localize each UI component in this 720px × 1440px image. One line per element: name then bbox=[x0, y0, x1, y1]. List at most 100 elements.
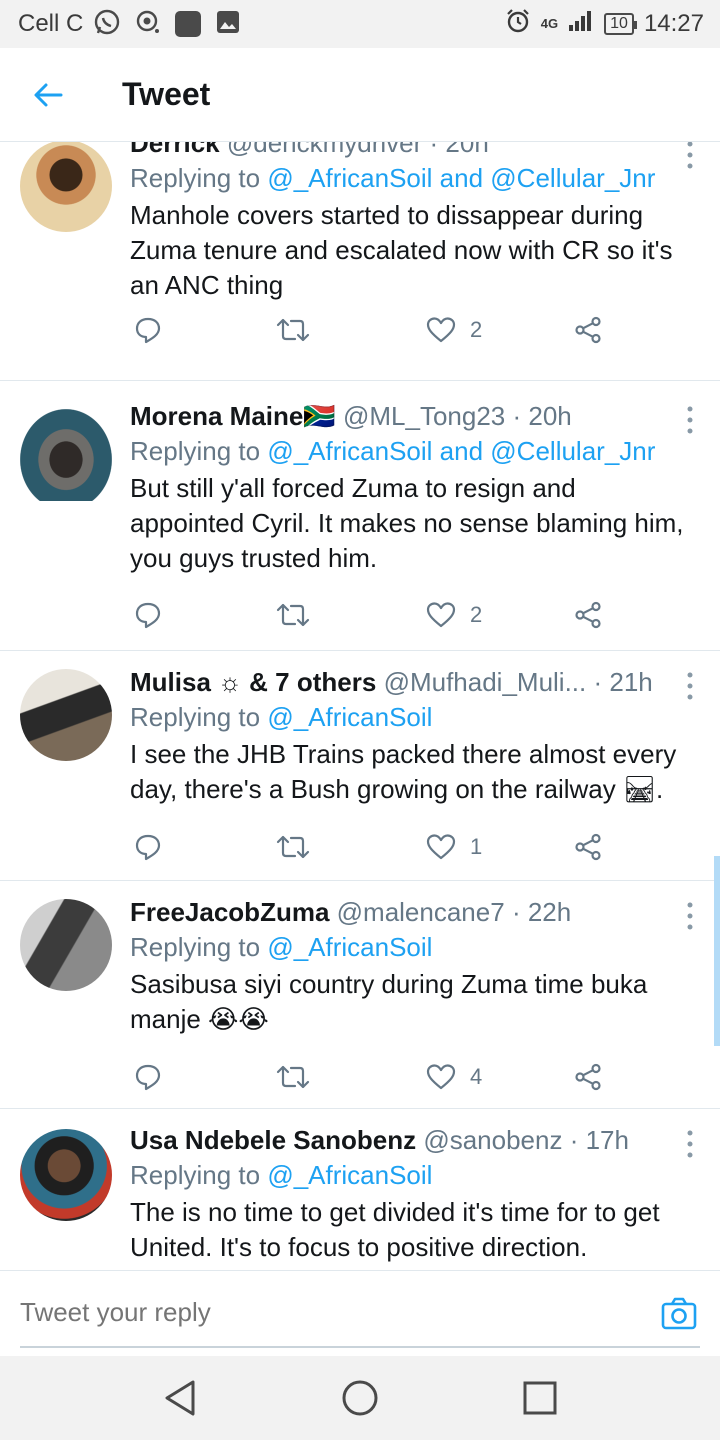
user-name[interactable]: Derrick bbox=[130, 142, 220, 158]
tweet-item[interactable]: Derrick @derickmydriver · 20h Replying t… bbox=[0, 142, 720, 381]
status-bar: Cell C 4G 10 14:27 bbox=[0, 0, 720, 48]
scroll-indicator[interactable] bbox=[714, 856, 720, 1046]
tweet-text: I see the JHB Trains packed there almost… bbox=[130, 739, 677, 804]
mention-link[interactable]: @Cellular_Jnr bbox=[490, 163, 655, 193]
more-options-icon[interactable] bbox=[686, 405, 694, 435]
square-recents-icon bbox=[523, 1381, 557, 1415]
share-button[interactable] bbox=[574, 595, 602, 635]
carrier-label: Cell C bbox=[18, 10, 84, 37]
heart-icon bbox=[426, 834, 456, 860]
tweet-time: · 21h bbox=[593, 667, 653, 697]
gallery-icon bbox=[215, 9, 241, 40]
mention-link[interactable]: @_AfricanSoil bbox=[267, 702, 432, 732]
share-icon bbox=[575, 1063, 601, 1091]
like-button[interactable]: 2 bbox=[426, 595, 482, 635]
share-button[interactable] bbox=[574, 827, 602, 867]
replying-to: Replying to @_AfricanSoil bbox=[130, 702, 433, 732]
tweet-text: Sasibusa siyi country during Zuma time b… bbox=[130, 969, 648, 1034]
reply-input[interactable] bbox=[20, 1297, 620, 1328]
user-name[interactable]: Mulisa ☼ & 7 others bbox=[130, 667, 376, 697]
tweet-item[interactable]: FreeJacobZuma @malencane7 · 22h Replying… bbox=[0, 881, 720, 1109]
share-button[interactable] bbox=[574, 310, 602, 350]
nav-back-button[interactable] bbox=[158, 1376, 202, 1420]
user-name[interactable]: Usa Ndebele Sanobenz bbox=[130, 1125, 416, 1155]
user-name[interactable]: Morena Maine🇿🇦 bbox=[130, 401, 336, 431]
circle-home-icon bbox=[342, 1380, 378, 1416]
tweet-time: · 17h bbox=[569, 1125, 629, 1155]
heart-icon bbox=[426, 317, 456, 343]
input-underline bbox=[20, 1346, 700, 1348]
retweet-button[interactable] bbox=[276, 827, 310, 867]
camera-icon[interactable] bbox=[660, 1295, 698, 1333]
reply-icon bbox=[135, 1064, 161, 1091]
retweet-button[interactable] bbox=[276, 1057, 310, 1097]
mention-link[interactable]: @_AfricanSoil bbox=[267, 932, 432, 962]
tweet-actions: 1 bbox=[130, 827, 610, 867]
like-count: 2 bbox=[470, 317, 483, 342]
heart-icon bbox=[426, 1064, 456, 1090]
mention-link[interactable]: @_AfricanSoil bbox=[267, 436, 432, 466]
tweet-item[interactable]: Usa Ndebele Sanobenz @sanobenz · 17h Rep… bbox=[0, 1109, 720, 1270]
nav-home-button[interactable] bbox=[338, 1376, 382, 1420]
more-options-icon[interactable] bbox=[686, 1129, 694, 1159]
app-header: Tweet bbox=[0, 48, 720, 142]
app-notification-icon bbox=[175, 11, 202, 37]
heart-icon bbox=[426, 602, 456, 628]
more-options-icon[interactable] bbox=[686, 671, 694, 701]
user-handle: @Mufhadi_Muli... bbox=[383, 667, 587, 697]
avatar[interactable] bbox=[20, 1129, 112, 1221]
reply-button[interactable] bbox=[134, 827, 162, 867]
tweet-time: · 20h bbox=[512, 401, 572, 431]
tweet-actions: 2 bbox=[130, 595, 610, 635]
like-button[interactable]: 2 bbox=[426, 310, 482, 350]
reply-composer bbox=[0, 1270, 720, 1356]
avatar[interactable] bbox=[20, 669, 112, 761]
tweet-item[interactable]: Mulisa ☼ & 7 others @Mufhadi_Muli... · 2… bbox=[0, 651, 720, 881]
user-handle: @sanobenz bbox=[423, 1125, 563, 1155]
user-handle: @malencane7 bbox=[336, 897, 505, 927]
battery-level: 10 bbox=[610, 15, 628, 32]
retweet-icon bbox=[276, 603, 310, 627]
reply-button[interactable] bbox=[134, 595, 162, 635]
reply-button[interactable] bbox=[134, 1057, 162, 1097]
share-icon bbox=[575, 316, 601, 344]
retweet-icon bbox=[276, 835, 310, 859]
system-nav-bar bbox=[0, 1356, 720, 1440]
share-icon bbox=[575, 833, 601, 861]
cast-icon bbox=[135, 9, 161, 40]
like-button[interactable]: 1 bbox=[426, 827, 482, 867]
mention-link[interactable]: @_AfricanSoil bbox=[267, 1160, 432, 1190]
retweet-button[interactable] bbox=[276, 595, 310, 635]
mention-link[interactable]: @Cellular_Jnr bbox=[490, 436, 655, 466]
signal-icon bbox=[568, 10, 594, 39]
tweet-text: The is no time to get divided it's time … bbox=[130, 1197, 660, 1262]
like-count: 1 bbox=[470, 834, 483, 859]
more-options-icon[interactable] bbox=[686, 901, 694, 931]
reply-icon bbox=[135, 834, 161, 861]
mention-link[interactable]: @_AfricanSoil bbox=[267, 163, 432, 193]
avatar[interactable] bbox=[20, 409, 112, 501]
replying-to: Replying to @_AfricanSoil and @Cellular_… bbox=[130, 436, 656, 466]
reply-button[interactable] bbox=[134, 310, 162, 350]
avatar[interactable] bbox=[20, 142, 112, 232]
retweet-button[interactable] bbox=[276, 310, 310, 350]
avatar[interactable] bbox=[20, 899, 112, 991]
share-icon bbox=[575, 601, 601, 629]
like-button[interactable]: 4 bbox=[426, 1057, 482, 1097]
tweet-text: But still y'all forced Zuma to resign an… bbox=[130, 473, 684, 573]
back-button[interactable] bbox=[0, 48, 96, 142]
replying-to: Replying to @_AfricanSoil and @Cellular_… bbox=[130, 163, 656, 193]
tweet-item[interactable]: Morena Maine🇿🇦 @ML_Tong23 · 20h Replying… bbox=[0, 381, 720, 651]
network-type-label: 4G bbox=[540, 16, 559, 31]
clock: 14:27 bbox=[643, 10, 704, 37]
reply-icon bbox=[135, 602, 161, 629]
nav-recents-button[interactable] bbox=[518, 1376, 562, 1420]
more-options-icon[interactable] bbox=[686, 142, 694, 170]
user-handle: @derickmydriver bbox=[226, 142, 423, 158]
reply-feed[interactable]: Derrick @derickmydriver · 20h Replying t… bbox=[0, 142, 720, 1270]
whatsapp-icon bbox=[93, 8, 121, 41]
retweet-icon bbox=[276, 1065, 310, 1089]
share-button[interactable] bbox=[574, 1057, 602, 1097]
user-name[interactable]: FreeJacobZuma bbox=[130, 897, 329, 927]
user-handle: @ML_Tong23 bbox=[342, 401, 506, 431]
